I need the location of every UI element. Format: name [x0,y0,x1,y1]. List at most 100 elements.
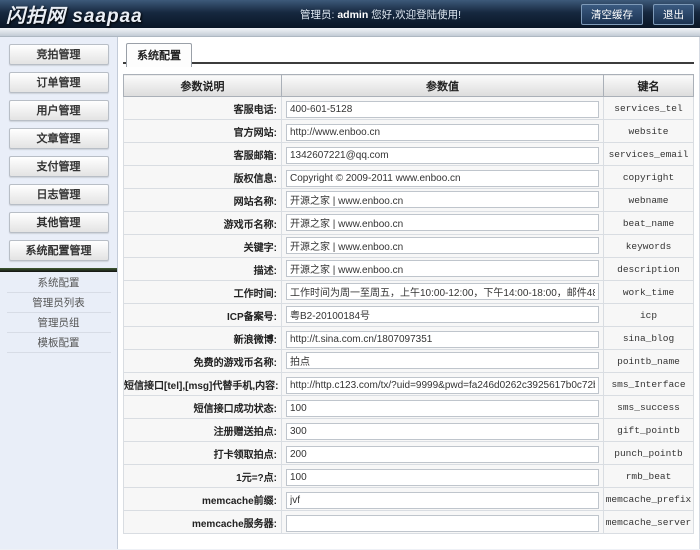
param-key: icp [604,304,694,327]
config-row: memcache服务器:memcache_server [124,511,694,534]
sidebar-subitem-4[interactable]: 模板配置 [7,333,111,353]
param-key: sms_Interface [604,373,694,396]
sidebar-item-3[interactable]: 用户管理 [9,100,109,121]
param-value-input[interactable] [286,214,599,231]
param-value-input[interactable] [286,446,599,463]
param-value-cell [282,442,604,465]
param-label: 工作时间: [124,281,282,304]
param-label: 描述: [124,258,282,281]
param-key: services_email [604,143,694,166]
config-row: 网站名称: webname [124,189,694,212]
param-value-input[interactable] [286,400,599,417]
param-value-cell [282,212,604,235]
logout-button[interactable]: 退出 [653,4,694,25]
tab-system-config[interactable]: 系统配置 [126,43,192,67]
admin-name: admin [337,9,368,21]
header-divider-bar [0,28,700,37]
config-row: ICP备案号: icp [124,304,694,327]
admin-greeting: 管理员: admin 您好,欢迎登陆使用! [300,7,461,22]
param-value-input[interactable] [286,469,599,486]
param-value-input[interactable] [286,283,599,300]
param-value-cell [282,511,604,534]
column-header-key-name: 键名 [604,75,694,97]
param-label: memcache前缀: [124,488,282,511]
param-value-cell [282,166,604,189]
param-key: keywords [604,235,694,258]
greeting-text: 您好,欢迎登陆使用! [371,9,461,21]
param-value-input[interactable] [286,331,599,348]
param-label: ICP备案号: [124,304,282,327]
param-key: pointb_name [604,350,694,373]
param-label: 网站名称: [124,189,282,212]
admin-label: 管理员: [300,9,334,21]
sidebar-subitem-1[interactable]: 系统配置 [7,273,111,293]
sidebar: 竞拍管理订单管理用户管理文章管理支付管理日志管理其他管理系统配置管理 系统配置管… [0,37,118,549]
config-row: 打卡领取拍点:punch_pointb [124,442,694,465]
config-table: 参数说明 参数值 键名 客服电话: services_tel 官方网站: websit… [123,74,694,534]
param-label: 关键字: [124,235,282,258]
param-key: work_time [604,281,694,304]
param-value-cell [282,327,604,350]
param-key: sina_blog [604,327,694,350]
sidebar-item-1[interactable]: 竞拍管理 [9,44,109,65]
sidebar-subitem-3[interactable]: 管理员组 [7,313,111,333]
param-label: 短信接口成功状态: [124,396,282,419]
config-row: 1元=?点: rmb_beat [124,465,694,488]
param-value-input[interactable] [286,101,599,118]
config-row: 描述: description [124,258,694,281]
config-row: 新浪微博:sina_blog [124,327,694,350]
param-key: webname [604,189,694,212]
param-value-cell [282,396,604,419]
param-value-input[interactable] [286,170,599,187]
sidebar-subitem-2[interactable]: 管理员列表 [7,293,111,313]
config-row: 短信接口[tel],[msg]代替手机,内容: sms_Interface [124,373,694,396]
app-logo: 闪拍网 saapaa [6,1,143,28]
param-value-input[interactable] [286,492,599,509]
param-label: 1元=?点: [124,465,282,488]
param-value-cell [282,189,604,212]
param-key: sms_success [604,396,694,419]
param-key: memcache_prefix [604,488,694,511]
sidebar-sub-menu: 系统配置管理员列表管理员组模板配置 [0,273,117,353]
param-value-input[interactable] [286,147,599,164]
param-value-cell [282,120,604,143]
column-header-param-desc: 参数说明 [124,75,282,97]
param-value-cell [282,304,604,327]
param-value-cell [282,97,604,120]
column-header-param-value: 参数值 [282,75,604,97]
config-row: 免费的游戏币名称:pointb_name [124,350,694,373]
param-value-input[interactable] [286,352,599,369]
param-value-input[interactable] [286,377,599,394]
main-content: 系统配置 参数说明 参数值 键名 客服电话: services_tel 官方网站: w… [118,37,700,549]
param-key: services_tel [604,97,694,120]
sidebar-item-7[interactable]: 其他管理 [9,212,109,233]
sidebar-separator [0,268,117,272]
param-value-input[interactable] [286,260,599,277]
param-label: 短信接口[tel],[msg]代替手机,内容: [124,373,282,396]
param-label: memcache服务器: [124,511,282,534]
param-value-input[interactable] [286,191,599,208]
config-row: 官方网站: website [124,120,694,143]
param-value-input[interactable] [286,423,599,440]
param-value-cell [282,465,604,488]
sidebar-item-5[interactable]: 支付管理 [9,156,109,177]
top-header: 闪拍网 saapaa 管理员: admin 您好,欢迎登陆使用! 清空缓存 退出 [0,0,700,28]
param-key: description [604,258,694,281]
param-label: 官方网站: [124,120,282,143]
param-key: website [604,120,694,143]
clear-cache-button[interactable]: 清空缓存 [581,4,643,25]
param-key: rmb_beat [604,465,694,488]
sidebar-item-6[interactable]: 日志管理 [9,184,109,205]
config-row: memcache前缀: memcache_prefix [124,488,694,511]
param-value-input[interactable] [286,306,599,323]
param-value-input[interactable] [286,515,599,532]
param-value-input[interactable] [286,124,599,141]
sidebar-item-2[interactable]: 订单管理 [9,72,109,93]
param-label: 客服电话: [124,97,282,120]
config-row: 短信接口成功状态: sms_success [124,396,694,419]
config-row: 游戏币名称:beat_name [124,212,694,235]
param-value-input[interactable] [286,237,599,254]
sidebar-item-4[interactable]: 文章管理 [9,128,109,149]
sidebar-item-8[interactable]: 系统配置管理 [9,240,109,261]
config-row: 版权信息:copyright [124,166,694,189]
